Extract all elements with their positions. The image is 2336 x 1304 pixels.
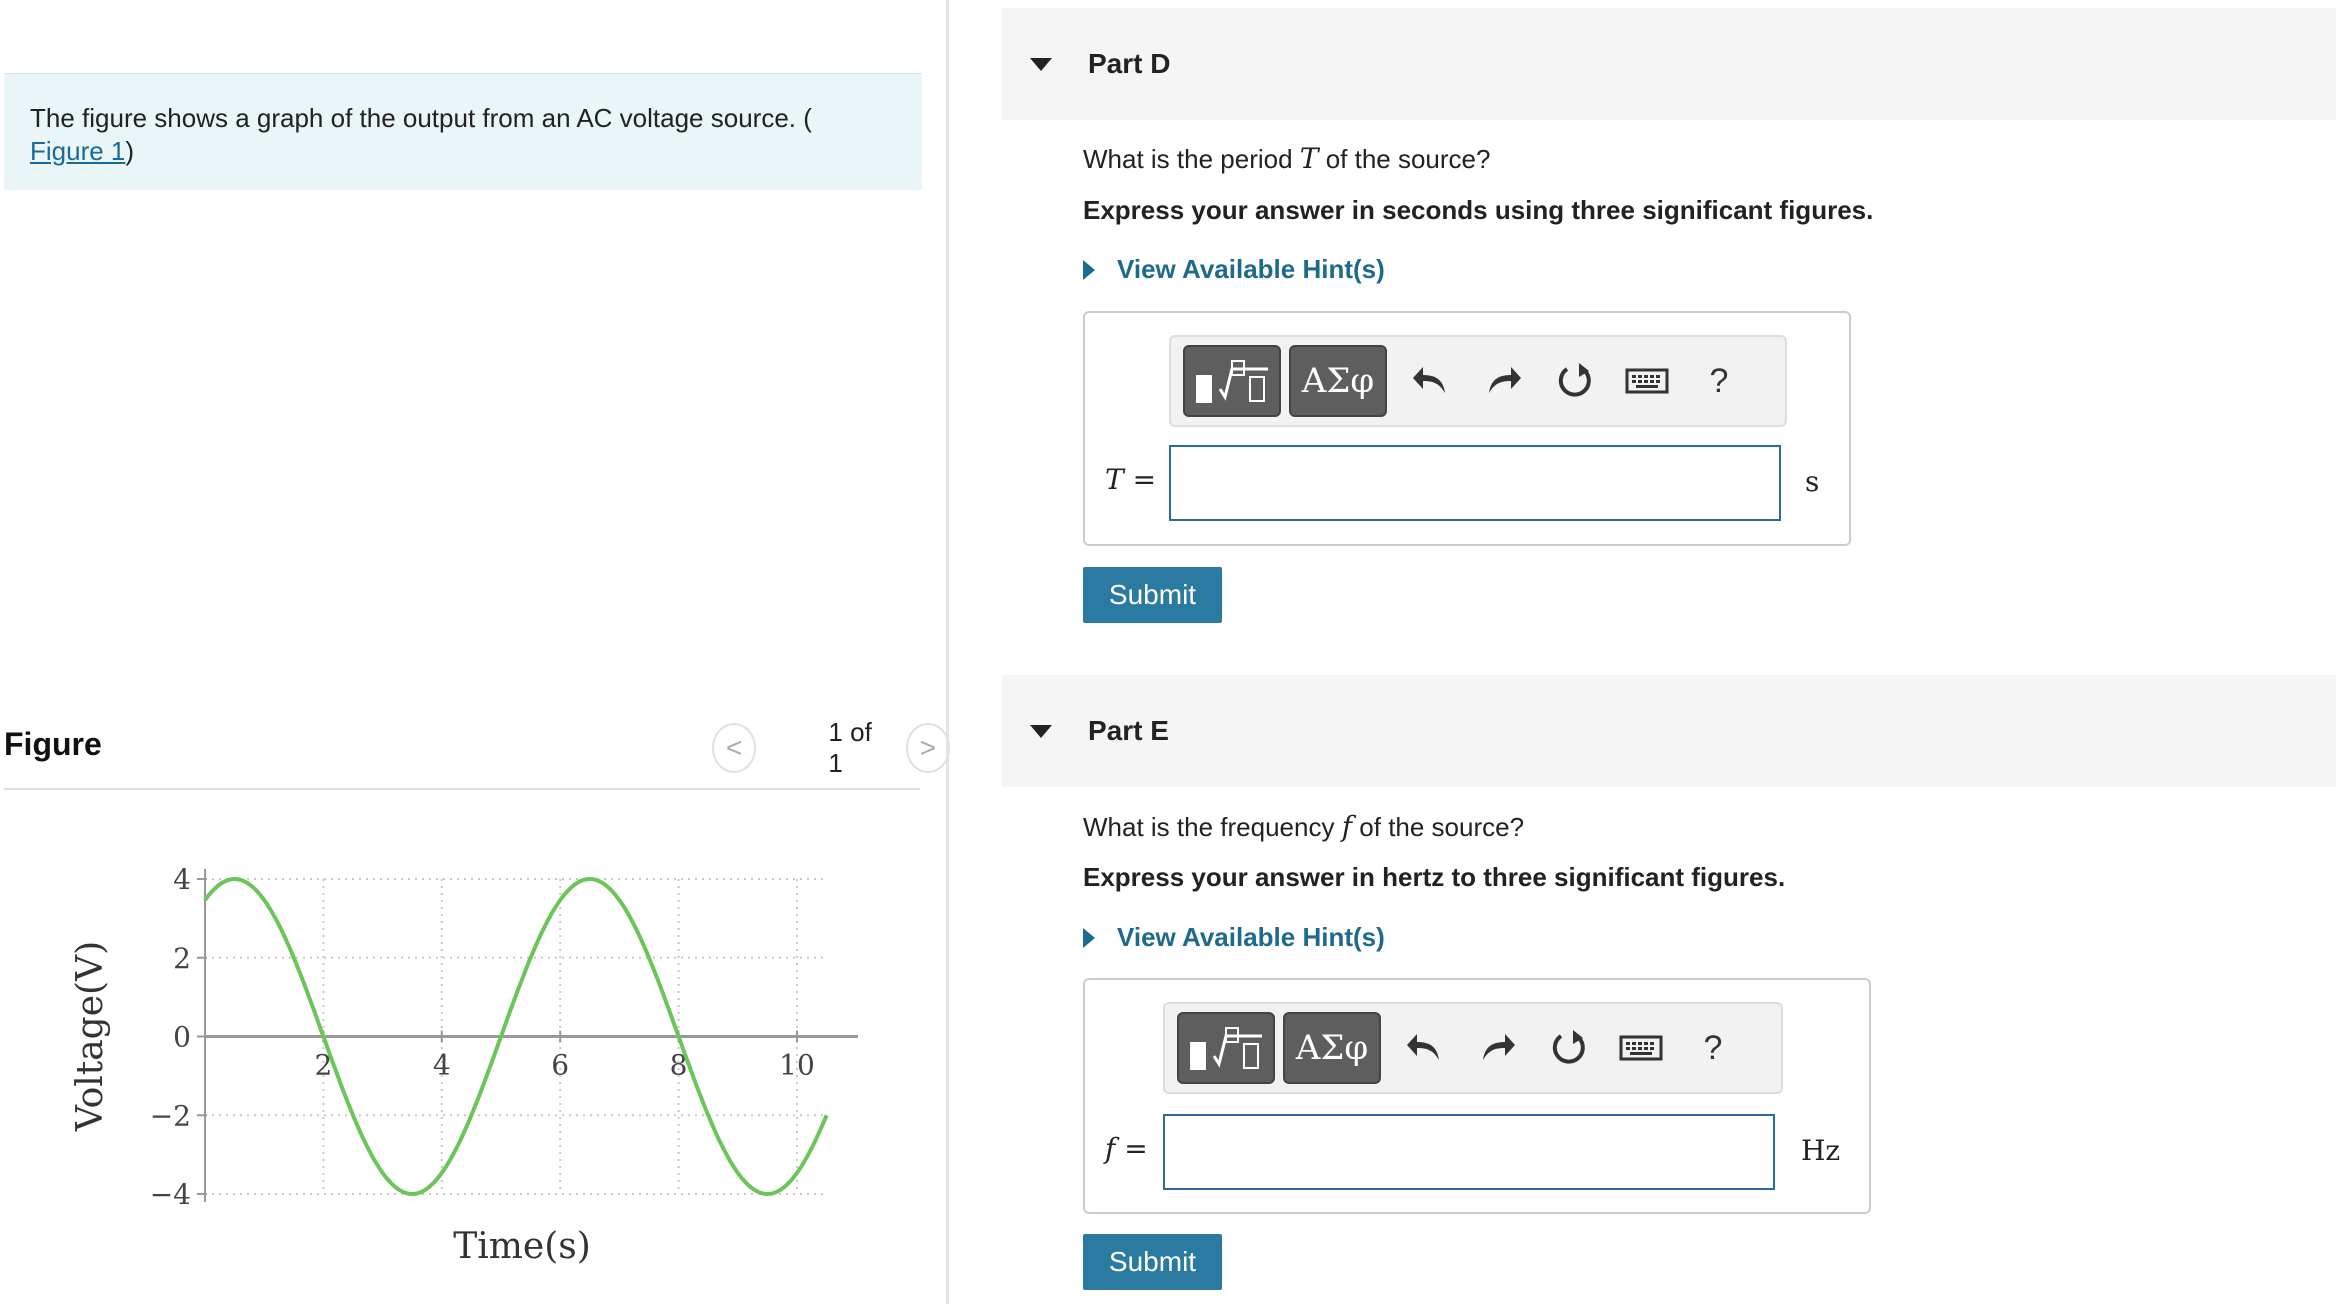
- reset-icon: [1552, 1030, 1585, 1064]
- y-axis-label: Voltage(V): [70, 941, 111, 1132]
- figure-divider: [4, 788, 920, 790]
- x-tick-label: 4: [433, 1049, 451, 1082]
- greek-label: ΑΣφ: [1301, 361, 1375, 401]
- keyboard-icon: [1619, 1035, 1663, 1061]
- question-text: What is the frequency: [1083, 812, 1342, 842]
- figure-prev-button[interactable]: <: [712, 723, 757, 773]
- part-e-instruction: Express your answer in hertz to three si…: [1083, 862, 1786, 892]
- help-button[interactable]: ?: [1683, 345, 1755, 417]
- hint-label: View Available Hint(s): [1117, 922, 1385, 952]
- keyboard-button[interactable]: [1605, 1012, 1677, 1084]
- templates-button[interactable]: [1183, 345, 1281, 417]
- page: The figure shows a graph of the output f…: [0, 0, 2336, 1304]
- keyboard-icon: [1625, 368, 1669, 394]
- y-tick-label: 4: [173, 863, 191, 896]
- part-d-header[interactable]: Part D: [1002, 8, 2336, 120]
- frequency-input[interactable]: [1163, 1114, 1775, 1190]
- redo-button[interactable]: [1461, 1012, 1533, 1084]
- greek-symbols-button[interactable]: ΑΣφ: [1289, 345, 1387, 417]
- templates-button[interactable]: [1177, 1012, 1275, 1084]
- part-d-hint-toggle[interactable]: View Available Hint(s): [1083, 254, 1385, 285]
- panel-divider: [946, 0, 949, 1304]
- collapse-triangle-icon: [1030, 57, 1052, 71]
- answer-variable: T: [1105, 463, 1124, 496]
- templates-icon: [1190, 1027, 1262, 1070]
- part-e-header[interactable]: Part E: [1002, 675, 2336, 787]
- chevron-left-icon: <: [726, 732, 743, 763]
- question-variable: T: [1299, 142, 1319, 175]
- part-d-instruction: Express your answer in seconds using thr…: [1083, 195, 1874, 225]
- part-d-question: What is the period T of the source?: [1083, 142, 1490, 175]
- question-variable: f: [1341, 810, 1353, 843]
- reset-button[interactable]: [1539, 345, 1611, 417]
- x-axis-label: Time(s): [453, 1226, 591, 1267]
- expand-triangle-icon: [1083, 259, 1095, 280]
- chevron-right-icon: >: [919, 732, 936, 763]
- equals-sign: =: [1123, 463, 1157, 496]
- voltage-time-chart: 420−2−42 4 6 8 10 Time(s) Voltage(V): [70, 863, 858, 1267]
- help-icon: ?: [1703, 1028, 1723, 1067]
- undo-icon: [1407, 1034, 1439, 1060]
- undo-button[interactable]: [1389, 1012, 1461, 1084]
- part-e-answer-box: ΑΣφ ? f = Hz: [1083, 978, 1871, 1214]
- intro-close: ): [125, 136, 135, 166]
- y-tick-label: 2: [173, 942, 191, 975]
- y-tick-label: 0: [173, 1021, 191, 1054]
- part-e-hint-toggle[interactable]: View Available Hint(s): [1083, 922, 1385, 953]
- chart-axes: [204, 869, 858, 1202]
- question-text-end: of the source?: [1352, 812, 1525, 842]
- reset-button[interactable]: [1533, 1012, 1605, 1084]
- intro-text: The figure shows a graph of the output f…: [30, 103, 812, 133]
- part-e-answer-label: f =: [1105, 1132, 1148, 1165]
- keyboard-button[interactable]: [1611, 345, 1683, 417]
- figure-link[interactable]: Figure 1: [30, 136, 125, 166]
- math-toolbar: ΑΣφ ?: [1169, 335, 1787, 427]
- greek-label: ΑΣφ: [1295, 1028, 1369, 1068]
- expand-triangle-icon: [1083, 927, 1095, 948]
- part-e-unit: Hz: [1801, 1134, 1841, 1167]
- redo-icon: [1483, 1034, 1515, 1060]
- part-e-title: Part E: [1088, 715, 1169, 746]
- redo-icon: [1489, 367, 1521, 393]
- equals-sign: =: [1115, 1132, 1148, 1165]
- templates-icon: [1196, 360, 1268, 403]
- answer-variable: f: [1105, 1132, 1116, 1165]
- greek-symbols-button[interactable]: ΑΣφ: [1283, 1012, 1381, 1084]
- undo-button[interactable]: [1395, 345, 1467, 417]
- part-e-question: What is the frequency f of the source?: [1083, 810, 1524, 843]
- part-d-submit-button[interactable]: Submit: [1083, 567, 1222, 623]
- period-input[interactable]: [1169, 445, 1781, 521]
- help-button[interactable]: ?: [1677, 1012, 1749, 1084]
- figure-title: Figure: [4, 726, 102, 762]
- undo-icon: [1413, 367, 1445, 393]
- problem-panel: The figure shows a graph of the output f…: [0, 0, 951, 1304]
- part-d-answer-box: ΑΣφ ? T = s: [1083, 311, 1851, 546]
- part-d-answer-label: T =: [1105, 463, 1156, 496]
- redo-button[interactable]: [1467, 345, 1539, 417]
- part-d-unit: s: [1805, 465, 1820, 498]
- x-tick-label: 10: [779, 1049, 815, 1082]
- y-tick-label: −2: [150, 1099, 191, 1132]
- help-icon: ?: [1709, 361, 1729, 400]
- figure-page-count: 1 of 1: [828, 717, 872, 778]
- question-text: What is the period: [1083, 144, 1300, 174]
- collapse-triangle-icon: [1030, 724, 1052, 738]
- part-d-title: Part D: [1088, 48, 1171, 79]
- y-tick-label: −4: [150, 1178, 191, 1211]
- x-tick-label: 6: [551, 1049, 569, 1082]
- math-toolbar: ΑΣφ ?: [1163, 1002, 1783, 1094]
- figure-pager: < 1 of 1 >: [712, 717, 951, 778]
- part-e-submit-button[interactable]: Submit: [1083, 1234, 1222, 1290]
- problem-intro: The figure shows a graph of the output f…: [4, 73, 922, 190]
- reset-icon: [1558, 363, 1591, 397]
- hint-label: View Available Hint(s): [1117, 254, 1385, 284]
- figure-next-button[interactable]: >: [905, 723, 951, 773]
- question-text-end: of the source?: [1318, 144, 1491, 174]
